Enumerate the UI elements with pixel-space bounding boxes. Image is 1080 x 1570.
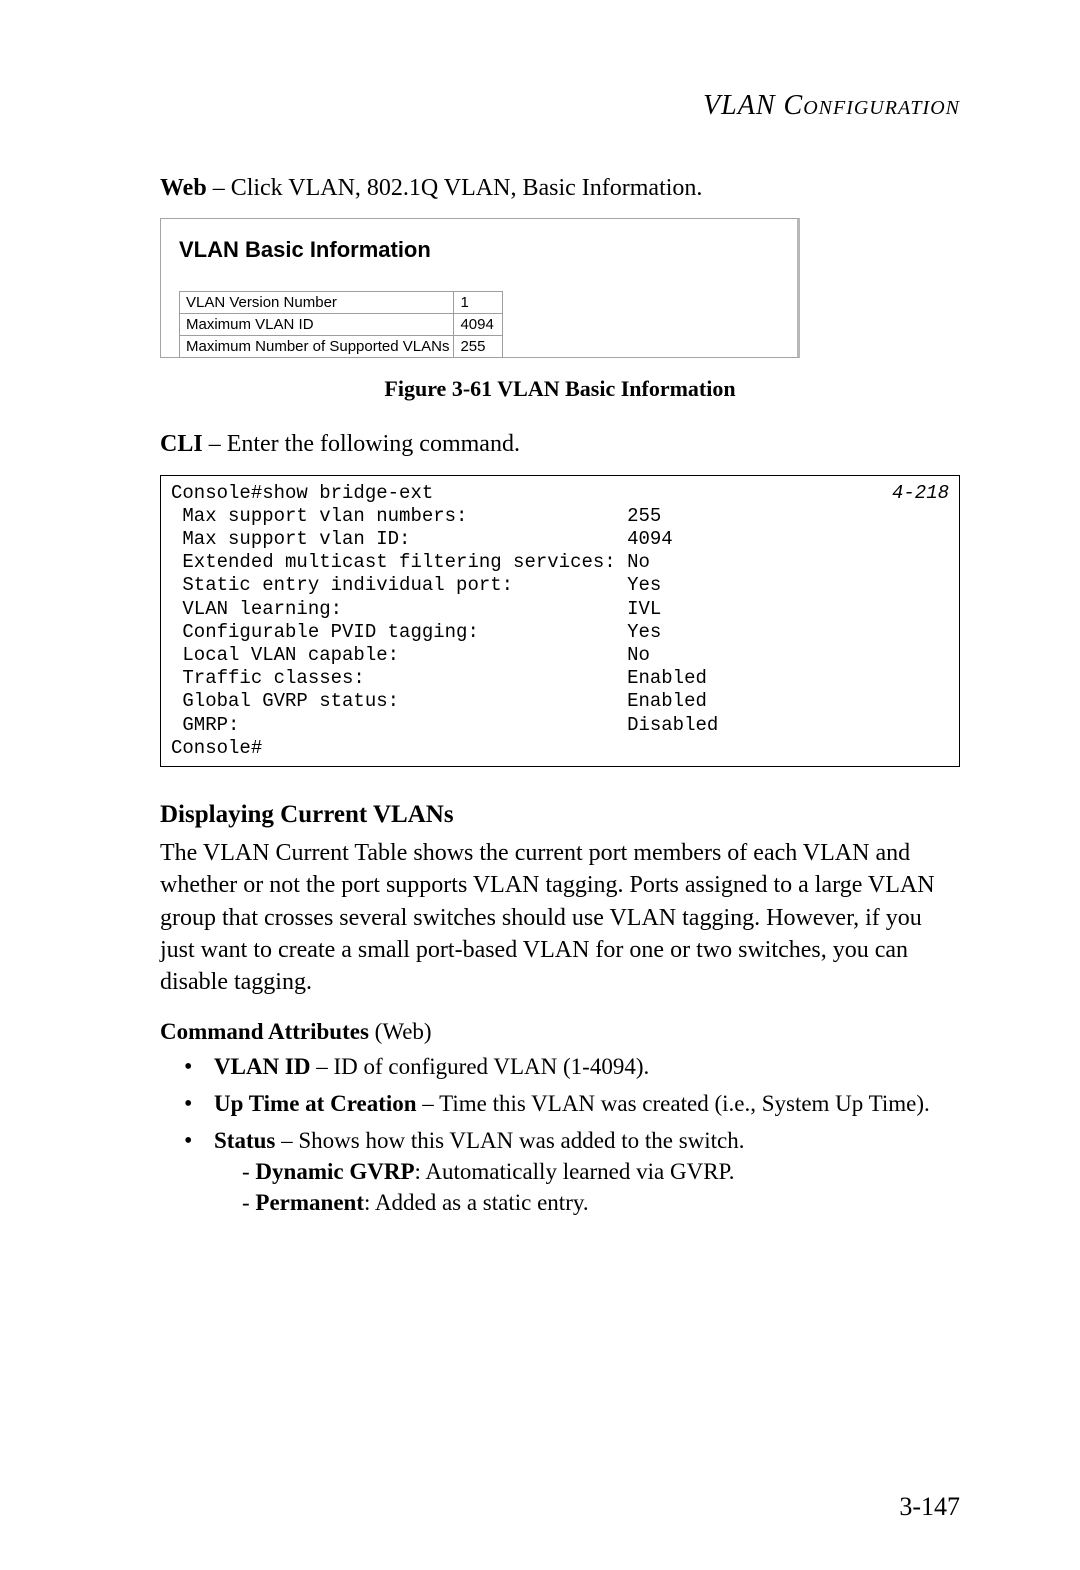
attributes-list: VLAN ID – ID of configured VLAN (1-4094)… bbox=[160, 1051, 960, 1218]
attr-term: Status bbox=[214, 1128, 275, 1153]
page-container: VLAN Configuration Web – Click VLAN, 802… bbox=[0, 0, 1080, 1570]
sub-desc: : Automatically learned via GVRP. bbox=[415, 1159, 735, 1184]
web-text: – Click VLAN, 802.1Q VLAN, Basic Informa… bbox=[207, 175, 703, 201]
list-item: Status – Shows how this VLAN was added t… bbox=[184, 1125, 960, 1218]
sub-desc: : Added as a static entry. bbox=[364, 1190, 589, 1215]
cli-output-block: 4-218 Console#show bridge-ext Max support… bbox=[160, 475, 960, 767]
sub-term: Permanent bbox=[255, 1190, 364, 1215]
cli-reference: 4-218 bbox=[892, 482, 949, 505]
cli-label: CLI bbox=[160, 431, 203, 457]
cell-value: 4094 bbox=[454, 314, 503, 336]
attr-term: VLAN ID bbox=[214, 1054, 310, 1079]
page-number: 3-147 bbox=[899, 1492, 960, 1522]
cell-label: Maximum Number of Supported VLANs bbox=[180, 336, 454, 358]
attr-desc: – Shows how this VLAN was added to the s… bbox=[275, 1128, 744, 1153]
list-item: VLAN ID – ID of configured VLAN (1-4094)… bbox=[184, 1051, 960, 1082]
ui-screenshot-panel: VLAN Basic Information VLAN Version Numb… bbox=[160, 218, 800, 358]
ui-info-table: VLAN Version Number 1 Maximum VLAN ID 40… bbox=[179, 291, 503, 358]
attr-desc: – ID of configured VLAN (1-4094). bbox=[310, 1054, 649, 1079]
attributes-heading-rest: (Web) bbox=[369, 1019, 432, 1044]
cli-text: – Enter the following command. bbox=[203, 431, 520, 457]
ui-panel-title: VLAN Basic Information bbox=[179, 237, 781, 263]
running-header: VLAN Configuration bbox=[160, 90, 960, 122]
attributes-heading: Command Attributes (Web) bbox=[160, 1019, 960, 1045]
attributes-heading-strong: Command Attributes bbox=[160, 1019, 369, 1044]
sub-item: - Permanent: Added as a static entry. bbox=[214, 1187, 960, 1218]
cell-label: Maximum VLAN ID bbox=[180, 314, 454, 336]
web-instruction: Web – Click VLAN, 802.1Q VLAN, Basic Inf… bbox=[160, 172, 960, 204]
cell-label: VLAN Version Number bbox=[180, 292, 454, 314]
figure-caption: Figure 3-61 VLAN Basic Information bbox=[160, 376, 960, 402]
sub-term: Dynamic GVRP bbox=[255, 1159, 414, 1184]
list-item: Up Time at Creation – Time this VLAN was… bbox=[184, 1088, 960, 1119]
cli-output-text: Console#show bridge-ext Max support vlan… bbox=[171, 482, 718, 759]
attr-desc: – Time this VLAN was created (i.e., Syst… bbox=[417, 1091, 930, 1116]
attr-term: Up Time at Creation bbox=[214, 1091, 417, 1116]
cli-instruction: CLI – Enter the following command. bbox=[160, 428, 960, 460]
cell-value: 255 bbox=[454, 336, 503, 358]
web-label: Web bbox=[160, 175, 207, 201]
sub-item: - Dynamic GVRP: Automatically learned vi… bbox=[214, 1156, 960, 1187]
cell-value: 1 bbox=[454, 292, 503, 314]
table-row: Maximum Number of Supported VLANs 255 bbox=[180, 336, 503, 358]
section-heading: Displaying Current VLANs bbox=[160, 801, 960, 829]
section-body: The VLAN Current Table shows the current… bbox=[160, 837, 960, 999]
table-row: Maximum VLAN ID 4094 bbox=[180, 314, 503, 336]
table-row: VLAN Version Number 1 bbox=[180, 292, 503, 314]
